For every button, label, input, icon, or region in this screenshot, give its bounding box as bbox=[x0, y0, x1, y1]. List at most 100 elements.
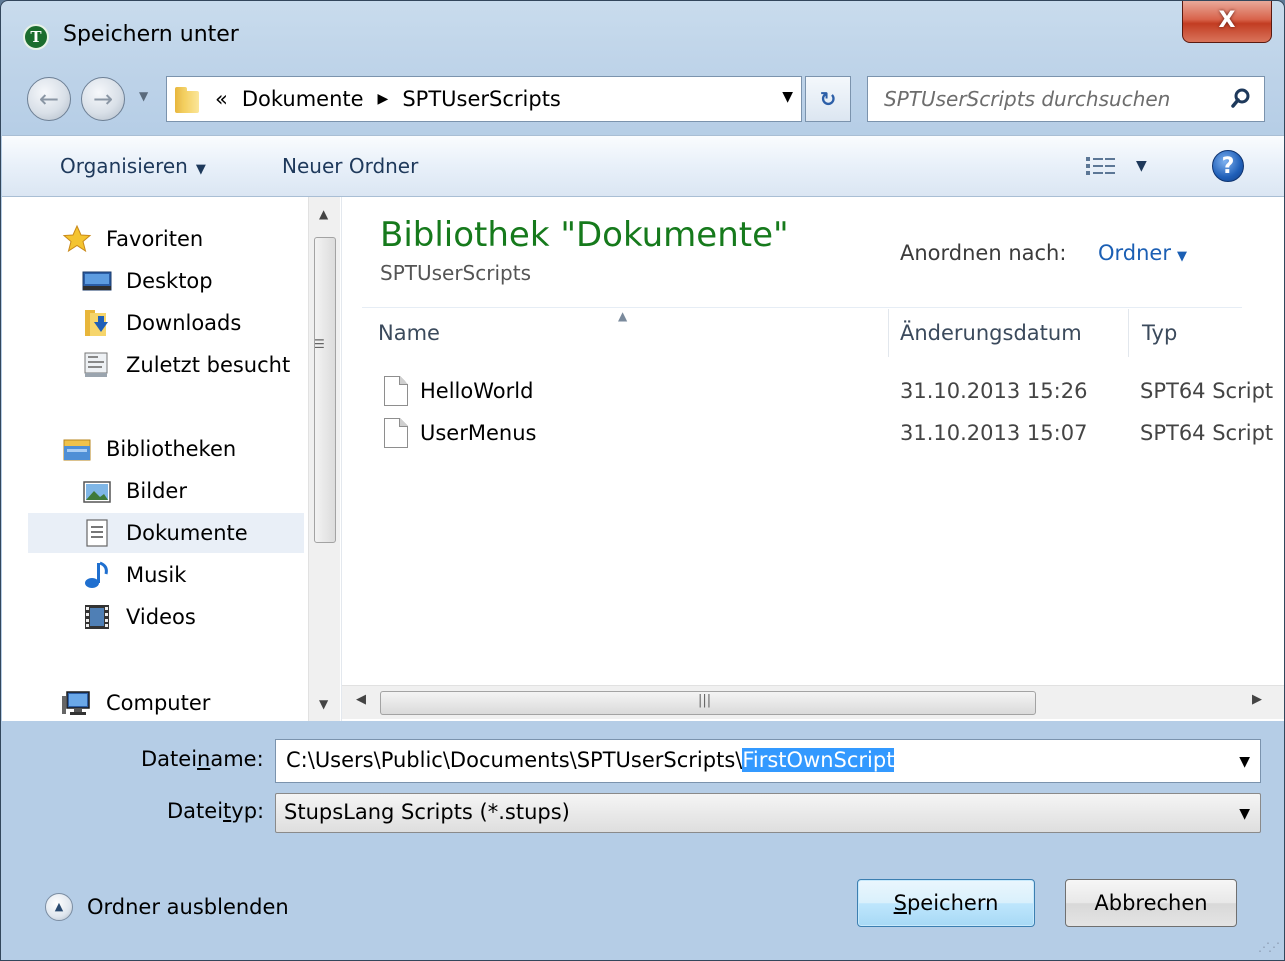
content-area: Favoriten Desktop Downloads Zuletzt besu… bbox=[2, 197, 1284, 721]
scrollbar-thumb[interactable] bbox=[314, 237, 336, 543]
view-options-icon[interactable] bbox=[1086, 156, 1116, 176]
sidebar-item-dokumente[interactable]: Dokumente bbox=[28, 513, 304, 553]
column-header-date[interactable]: Änderungsdatum bbox=[900, 321, 1082, 345]
breadcrumb-dokumente[interactable]: Dokumente bbox=[242, 87, 364, 111]
chevron-up-icon: ▲ bbox=[45, 893, 73, 921]
filename-selected-text: FirstOwnScript bbox=[742, 748, 895, 772]
resize-grip-icon[interactable]: ⋰⋰ bbox=[1258, 940, 1280, 954]
sidebar-item-label: Dokumente bbox=[126, 521, 248, 545]
save-label: peichern bbox=[906, 891, 999, 915]
sidebar-item-label: Zuletzt besucht bbox=[126, 353, 291, 377]
breadcrumb-sptuserscripts[interactable]: SPTUserScripts bbox=[402, 87, 561, 111]
file-date: 31.10.2013 15:26 bbox=[900, 379, 1088, 403]
sidebar-item-bilder[interactable]: Bilder bbox=[82, 471, 187, 511]
hide-folders-label: Ordner ausblenden bbox=[87, 895, 289, 919]
arrange-by-value: Ordner bbox=[1098, 241, 1171, 265]
hide-folders-toggle[interactable]: ▲ Ordner ausblenden bbox=[45, 893, 289, 921]
save-accesskey: S bbox=[893, 891, 907, 915]
file-row[interactable]: HelloWorld 31.10.2013 15:26 SPT64 Script bbox=[362, 373, 1282, 413]
documents-icon bbox=[86, 519, 108, 547]
back-button[interactable]: ← bbox=[27, 77, 71, 121]
scroll-right-icon[interactable]: ▶ bbox=[1252, 692, 1262, 707]
sidebar-item-label: Bibliotheken bbox=[106, 437, 237, 461]
filename-label: Dateiname: bbox=[141, 747, 264, 771]
close-button[interactable]: X bbox=[1182, 1, 1272, 43]
column-separator[interactable] bbox=[888, 309, 889, 357]
filename-label-part: Datei bbox=[141, 747, 198, 771]
file-type: SPT64 Script bbox=[1140, 421, 1274, 445]
address-bar[interactable]: « Dokumente ▶ SPTUserScripts ▼ bbox=[166, 76, 802, 122]
search-icon[interactable] bbox=[1230, 87, 1252, 109]
arrow-left-icon: ← bbox=[38, 85, 60, 113]
library-subtitle: SPTUserScripts bbox=[380, 261, 531, 285]
new-folder-button[interactable]: Neuer Ordner bbox=[282, 154, 418, 178]
column-header-type[interactable]: Typ bbox=[1142, 321, 1177, 345]
column-header-name[interactable]: Name bbox=[378, 321, 440, 345]
sidebar-item-zuletzt-besucht[interactable]: Zuletzt besucht bbox=[82, 345, 290, 385]
address-dropdown-icon[interactable]: ▼ bbox=[782, 89, 793, 105]
sidebar-item-computer[interactable]: Computer bbox=[62, 683, 210, 723]
filename-path: C:\Users\Public\Documents\SPTUserScripts… bbox=[286, 748, 743, 772]
scroll-down-icon[interactable]: ▼ bbox=[319, 697, 328, 711]
window-title: Speichern unter bbox=[63, 22, 239, 47]
filename-label-accesskey: n bbox=[197, 747, 211, 771]
cancel-button[interactable]: Abbrechen bbox=[1065, 879, 1237, 927]
filename-label-part: ame: bbox=[210, 747, 264, 771]
title-bar: T Speichern unter X bbox=[1, 1, 1284, 71]
chevron-down-icon: ▼ bbox=[1177, 249, 1187, 264]
save-button[interactable]: Speichern bbox=[857, 879, 1035, 927]
filetype-label-part: Datei bbox=[167, 799, 224, 823]
chevron-down-icon[interactable]: ▼ bbox=[1239, 806, 1250, 822]
organize-label: Organisieren bbox=[60, 154, 188, 178]
organize-button[interactable]: Organisieren ▼ bbox=[60, 154, 206, 178]
sidebar-item-label: Favoriten bbox=[106, 227, 204, 251]
grip-icon: ||| bbox=[698, 693, 712, 708]
sidebar-item-desktop[interactable]: Desktop bbox=[82, 261, 213, 301]
sort-ascending-icon: ▲ bbox=[618, 309, 628, 323]
forward-button[interactable]: → bbox=[81, 77, 125, 121]
chevron-down-icon: ▼ bbox=[139, 89, 149, 103]
folder-icon bbox=[175, 85, 201, 113]
breadcrumb-overflow[interactable]: « bbox=[215, 87, 228, 111]
refresh-icon: ↻ bbox=[819, 87, 837, 111]
music-icon bbox=[85, 561, 108, 588]
filename-input[interactable]: C:\Users\Public\Documents\SPTUserScripts… bbox=[275, 739, 1261, 783]
filetype-select[interactable]: StupsLang Scripts (*.stups) ▼ bbox=[275, 793, 1261, 833]
header-divider bbox=[362, 307, 1242, 308]
scroll-up-icon[interactable]: ▲ bbox=[319, 207, 328, 221]
column-separator[interactable] bbox=[1128, 309, 1129, 357]
sidebar-item-videos[interactable]: Videos bbox=[82, 597, 196, 637]
sidebar-item-label: Downloads bbox=[126, 311, 242, 335]
filename-value[interactable]: C:\Users\Public\Documents\SPTUserScripts… bbox=[286, 748, 895, 772]
sidebar-item-musik[interactable]: Musik bbox=[82, 555, 186, 595]
sidebar-item-downloads[interactable]: Downloads bbox=[82, 303, 241, 343]
recent-places-icon bbox=[84, 352, 108, 377]
navigation-pane: Favoriten Desktop Downloads Zuletzt besu… bbox=[2, 197, 342, 721]
search-input[interactable] bbox=[868, 77, 1218, 121]
breadcrumb-separator-icon[interactable]: ▶ bbox=[378, 91, 389, 107]
desktop-icon bbox=[82, 271, 112, 291]
search-box[interactable] bbox=[867, 76, 1265, 122]
refresh-button[interactable]: ↻ bbox=[805, 76, 851, 122]
sidebar-scrollbar[interactable]: ▲ ☰ ▼ bbox=[308, 197, 340, 721]
recent-locations-dropdown[interactable]: ▼ bbox=[139, 89, 148, 103]
help-icon[interactable]: ? bbox=[1212, 150, 1244, 182]
file-name: HelloWorld bbox=[420, 379, 534, 403]
downloads-icon bbox=[85, 310, 108, 336]
scroll-left-icon[interactable]: ◀ bbox=[356, 692, 366, 707]
chevron-down-icon[interactable]: ▼ bbox=[1239, 754, 1250, 770]
file-list-horizontal-scrollbar[interactable]: ◀ ||| ▶ bbox=[342, 685, 1284, 719]
arrange-by-label: Anordnen nach: bbox=[900, 241, 1067, 265]
view-dropdown-icon[interactable]: ▼ bbox=[1136, 158, 1147, 174]
sidebar-item-label: Computer bbox=[106, 691, 211, 715]
file-row[interactable]: UserMenus 31.10.2013 15:07 SPT64 Script bbox=[362, 415, 1282, 455]
arrange-by-dropdown[interactable]: Ordner ▼ bbox=[1098, 241, 1187, 265]
file-icon bbox=[384, 376, 408, 406]
computer-icon bbox=[62, 691, 90, 715]
arrow-right-icon: → bbox=[92, 85, 114, 113]
app-icon: T bbox=[23, 24, 49, 50]
sidebar-item-bibliotheken[interactable]: Bibliotheken bbox=[62, 429, 236, 469]
libraries-icon bbox=[63, 439, 91, 461]
sidebar-item-favoriten[interactable]: Favoriten bbox=[62, 219, 203, 259]
file-type: SPT64 Script bbox=[1140, 379, 1274, 403]
